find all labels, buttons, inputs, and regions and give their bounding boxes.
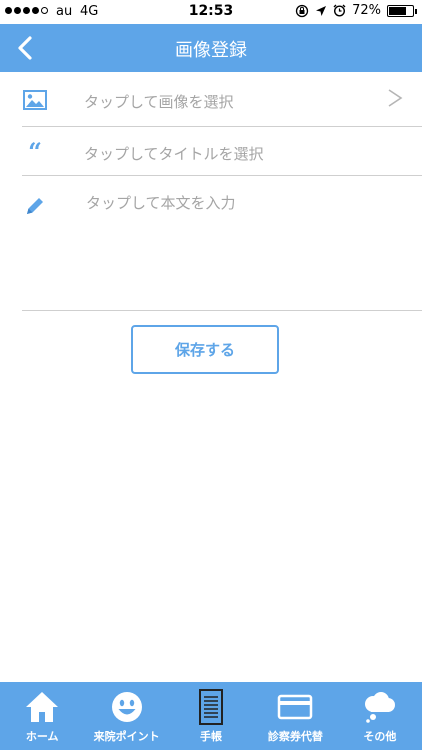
location-icon (316, 5, 327, 16)
alarm-icon (333, 4, 346, 17)
body-text-placeholder: タップして本文を入力 (86, 194, 236, 212)
tab-notebook-label: 手帳 (200, 730, 223, 743)
image-icon (22, 87, 48, 113)
tab-visit-points-label: 来院ポイント (93, 730, 160, 743)
image-select-row[interactable]: タップして画像を選択 (22, 74, 422, 127)
cloud-icon (338, 688, 422, 726)
title-select-row[interactable]: “ タップしてタイトルを選択 (22, 127, 422, 176)
tab-other-label: その他 (363, 730, 397, 743)
navigation-bar: 画像登録 (0, 24, 422, 72)
battery-icon (387, 4, 417, 17)
notebook-icon (169, 688, 253, 726)
rotation-lock-icon (295, 4, 309, 17)
card-icon (253, 688, 337, 726)
bottom-tab-bar: ホーム 来院ポイント 手帳 診察券代替 その他 (0, 682, 422, 750)
tab-card-replacement[interactable]: 診察券代替 (253, 682, 337, 750)
tab-other[interactable]: その他 (338, 682, 422, 750)
quote-icon: “ (28, 136, 42, 166)
title-select-placeholder: タップしてタイトルを選択 (84, 145, 264, 163)
tab-visit-points[interactable]: 来院ポイント (84, 682, 168, 750)
status-bar: au 4G 12:53 72% (0, 0, 422, 24)
page-title: 画像登録 (175, 40, 247, 61)
tab-home-label: ホーム (25, 730, 59, 743)
tab-home[interactable]: ホーム (0, 682, 84, 750)
body-text-input[interactable]: タップして本文を入力 (22, 176, 422, 311)
chevron-right-icon (388, 89, 403, 107)
smiley-icon (84, 688, 168, 726)
tab-notebook[interactable]: 手帳 (169, 682, 253, 750)
image-select-placeholder: タップして画像を選択 (84, 93, 234, 111)
pencil-icon (22, 193, 48, 219)
battery-percentage: 72% (352, 3, 381, 18)
save-button[interactable]: 保存する (131, 325, 279, 374)
home-icon (0, 688, 84, 726)
tab-card-replacement-label: 診察券代替 (267, 730, 323, 743)
